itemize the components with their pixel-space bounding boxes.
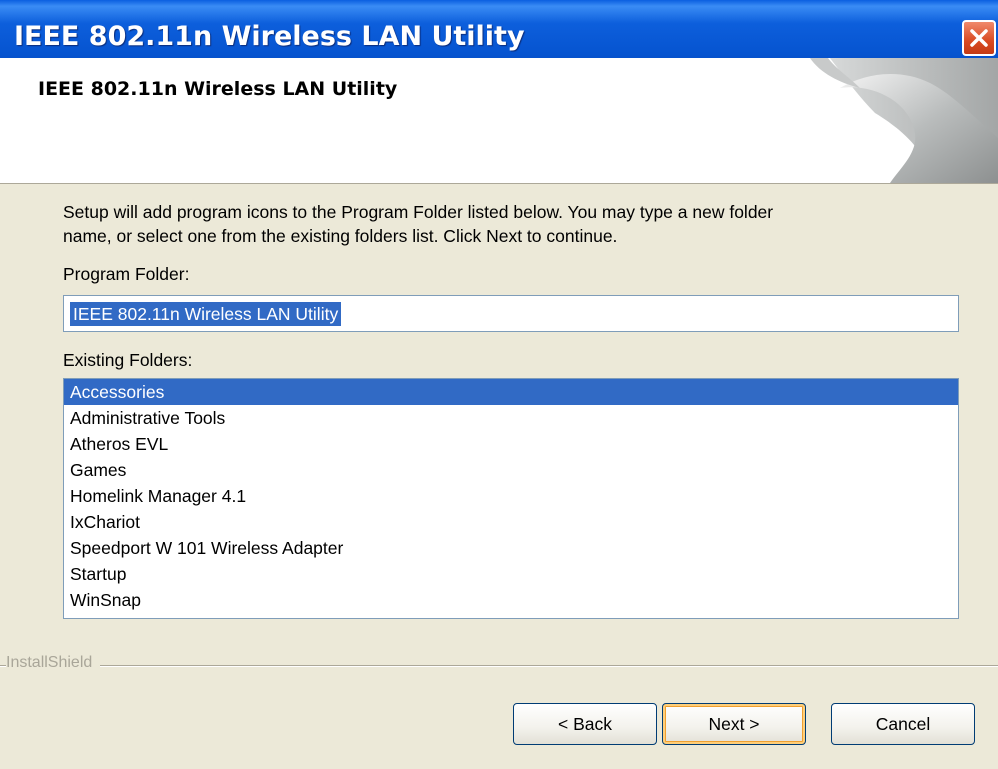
close-icon — [970, 29, 988, 47]
program-folder-value: IEEE 802.11n Wireless LAN Utility — [70, 302, 342, 326]
divider — [0, 665, 998, 667]
program-folder-label: Program Folder: — [63, 264, 190, 284]
page-curl-graphic — [810, 58, 998, 183]
existing-folders-list[interactable]: Accessories Administrative Tools Atheros… — [63, 378, 959, 619]
instructions-text: Setup will add program icons to the Prog… — [63, 200, 963, 248]
instructions-line: name, or select one from the existing fo… — [63, 226, 618, 246]
list-item[interactable]: Games — [64, 457, 958, 483]
next-button[interactable]: Next > — [662, 703, 806, 745]
close-button[interactable] — [962, 20, 996, 56]
list-item[interactable]: Speedport W 101 Wireless Adapter — [64, 535, 958, 561]
list-item[interactable]: Homelink Manager 4.1 — [64, 483, 958, 509]
back-button[interactable]: < Back — [513, 703, 657, 745]
instructions-line: Setup will add program icons to the Prog… — [63, 202, 774, 222]
list-item[interactable]: Accessories — [64, 379, 958, 405]
header-banner: IEEE 802.11n Wireless LAN Utility — [0, 58, 998, 184]
window-title: IEEE 802.11n Wireless LAN Utility — [14, 21, 525, 52]
list-item[interactable]: Atheros EVL — [64, 431, 958, 457]
list-item[interactable]: Administrative Tools — [64, 405, 958, 431]
list-item[interactable]: WinSnap — [64, 587, 958, 613]
existing-folders-label: Existing Folders: — [63, 350, 193, 370]
installshield-brand: InstallShield — [0, 654, 998, 676]
installer-window: IEEE 802.11n Wireless LAN Utility IEEE 8… — [0, 0, 998, 769]
list-item[interactable]: IxChariot — [64, 509, 958, 535]
header-title: IEEE 802.11n Wireless LAN Utility — [38, 78, 398, 100]
list-item[interactable]: Startup — [64, 561, 958, 587]
cancel-button[interactable]: Cancel — [831, 703, 975, 745]
program-folder-input[interactable]: IEEE 802.11n Wireless LAN Utility — [63, 295, 959, 332]
brand-label: InstallShield — [6, 654, 101, 672]
